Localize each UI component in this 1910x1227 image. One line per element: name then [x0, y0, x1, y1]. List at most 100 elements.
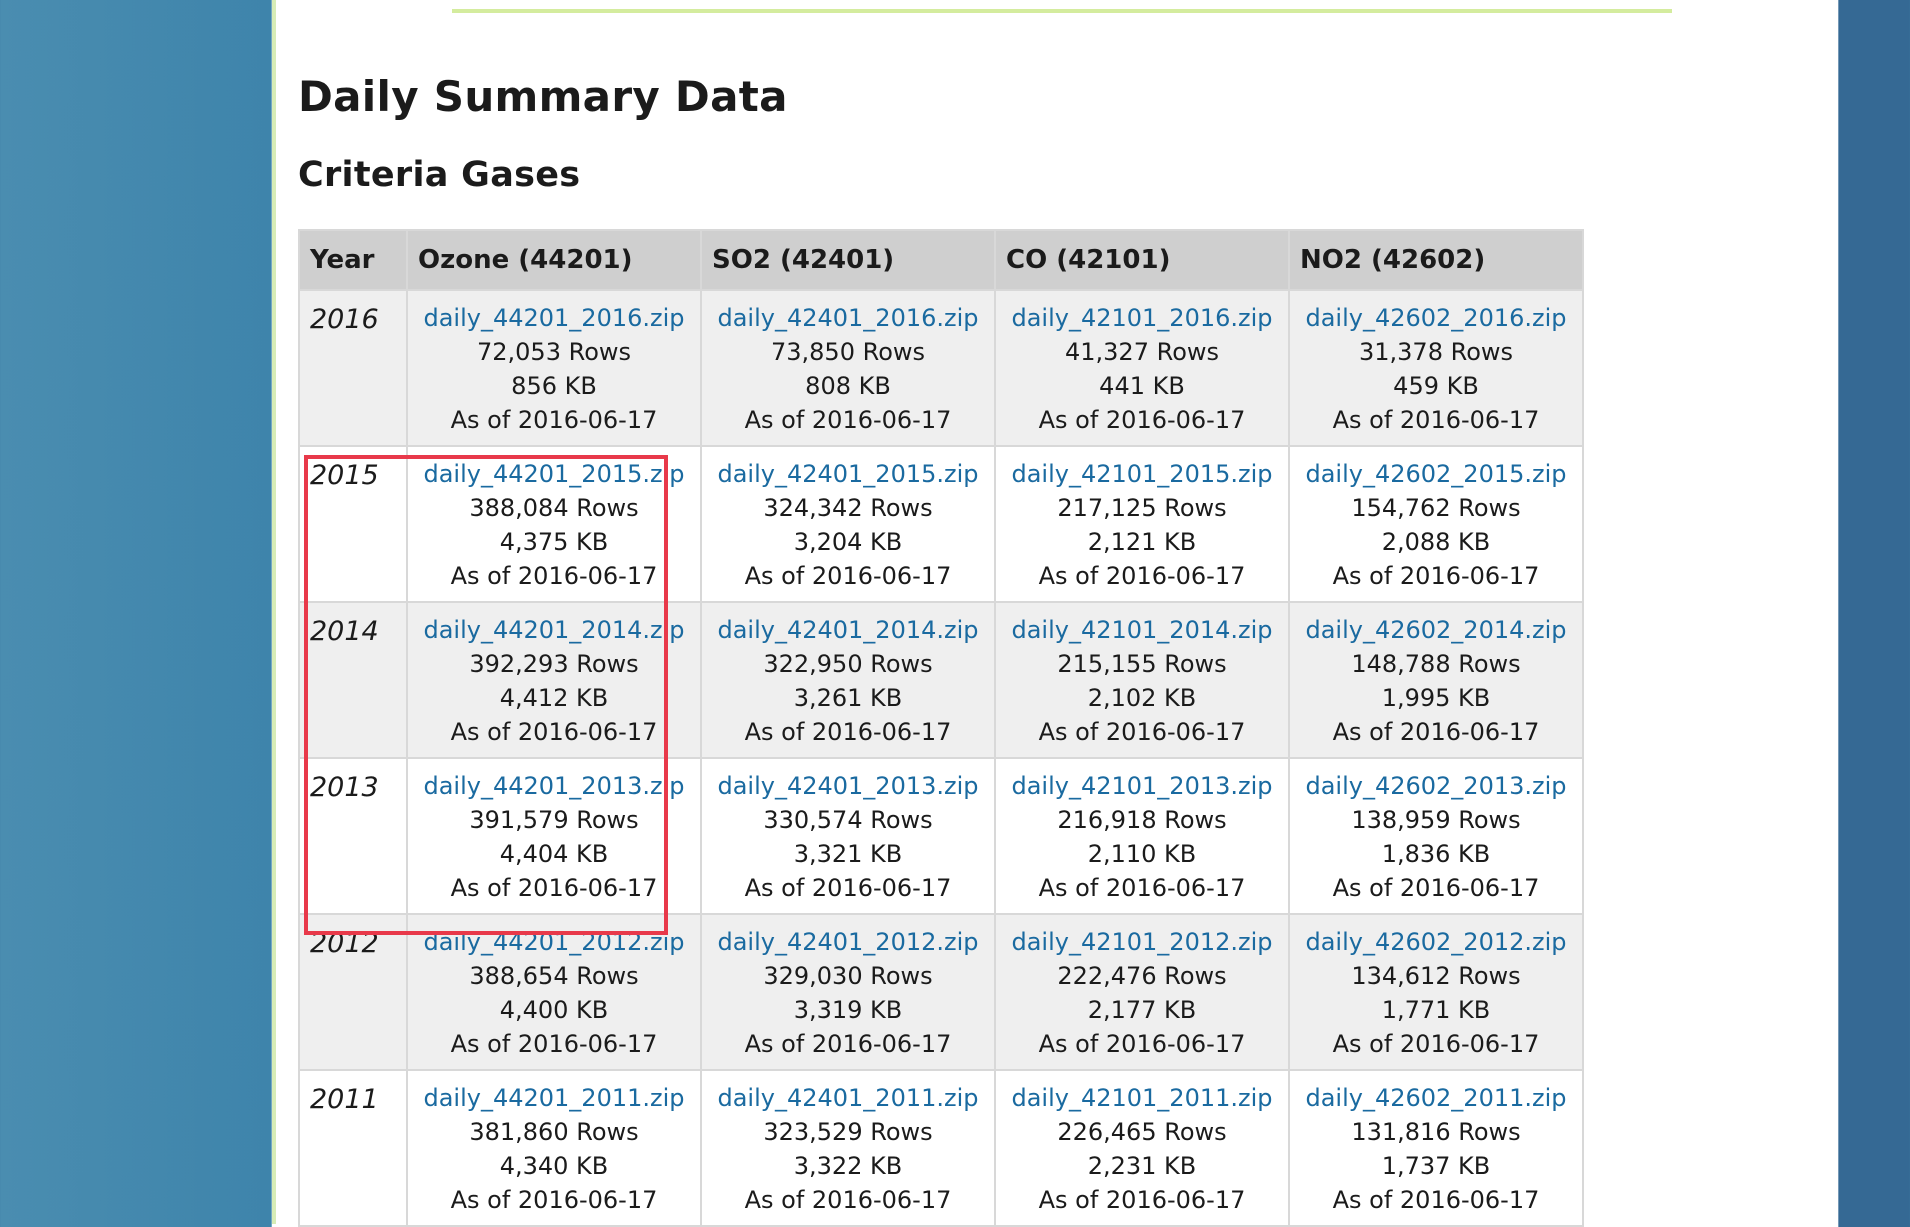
data-cell-no2: daily_42602_2011.zip 131,816 Rows 1,737 KB… [1288, 1069, 1584, 1227]
as-of-date: As of 2016-06-17 [1038, 562, 1246, 590]
data-cell-so2: daily_42401_2011.zip 323,529 Rows 3,322 KB… [700, 1069, 996, 1227]
data-cell-ozone: daily_44201_2016.zip 72,053 Rows 856 KB As … [406, 289, 702, 447]
row-count: 381,860 Rows [469, 1118, 639, 1146]
download-link[interactable]: daily_44201_2016.zip [408, 301, 700, 335]
page-title: Daily Summary Data [298, 72, 788, 121]
download-link[interactable]: daily_44201_2014.zip [408, 613, 700, 647]
download-link[interactable]: daily_42401_2012.zip [702, 925, 994, 959]
row-count: 72,053 Rows [476, 338, 632, 366]
data-cell-co: daily_42101_2015.zip 217,125 Rows 2,121 KB… [994, 445, 1290, 603]
file-size: 3,321 KB [793, 840, 903, 868]
row-count: 388,084 Rows [469, 494, 639, 522]
as-of-date: As of 2016-06-17 [744, 874, 952, 902]
as-of-date: As of 2016-06-17 [1038, 718, 1246, 746]
year-cell: 2012 [298, 913, 408, 1071]
as-of-date: As of 2016-06-17 [450, 874, 658, 902]
as-of-date: As of 2016-06-17 [1038, 874, 1246, 902]
file-size: 4,400 KB [499, 996, 609, 1024]
year-cell: 2014 [298, 601, 408, 759]
content-page: Daily Summary Data Criteria Gases Year O… [272, 0, 1838, 1227]
download-link[interactable]: daily_42101_2012.zip [996, 925, 1288, 959]
criteria-gases-table: Year Ozone (44201) SO2 (42401) CO (42101… [298, 229, 1584, 1227]
file-size: 808 KB [805, 372, 891, 400]
as-of-date: As of 2016-06-17 [1038, 1030, 1246, 1058]
file-size: 4,375 KB [499, 528, 609, 556]
row-count: 323,529 Rows [763, 1118, 933, 1146]
row-count: 148,788 Rows [1351, 650, 1521, 678]
table-row: 2014 daily_44201_2014.zip 392,293 Rows 4,41… [298, 601, 1584, 759]
data-cell-co: daily_42101_2012.zip 222,476 Rows 2,177 KB… [994, 913, 1290, 1071]
download-link[interactable]: daily_42602_2015.zip [1290, 457, 1582, 491]
download-link[interactable]: daily_42401_2016.zip [702, 301, 994, 335]
as-of-date: As of 2016-06-17 [1038, 406, 1246, 434]
data-cell-no2: daily_42602_2016.zip 31,378 Rows 459 KB As … [1288, 289, 1584, 447]
table-body: 2016 daily_44201_2016.zip 72,053 Rows 856 K… [298, 289, 1584, 1227]
download-link[interactable]: daily_44201_2013.zip [408, 769, 700, 803]
row-count: 388,654 Rows [469, 962, 639, 990]
row-count: 330,574 Rows [763, 806, 933, 834]
row-count: 31,378 Rows [1358, 338, 1514, 366]
data-cell-so2: daily_42401_2013.zip 330,574 Rows 3,321 KB… [700, 757, 996, 915]
download-link[interactable]: daily_42101_2013.zip [996, 769, 1288, 803]
download-link[interactable]: daily_44201_2015.zip [408, 457, 700, 491]
data-cell-so2: daily_42401_2016.zip 73,850 Rows 808 KB As … [700, 289, 996, 447]
download-link[interactable]: daily_42602_2013.zip [1290, 769, 1582, 803]
table-row: 2015 daily_44201_2015.zip 388,084 Rows 4,37… [298, 445, 1584, 603]
download-link[interactable]: daily_42401_2015.zip [702, 457, 994, 491]
as-of-date: As of 2016-06-17 [1332, 406, 1540, 434]
download-link[interactable]: daily_42602_2016.zip [1290, 301, 1582, 335]
file-size: 459 KB [1393, 372, 1479, 400]
row-count: 73,850 Rows [770, 338, 926, 366]
data-cell-ozone: daily_44201_2012.zip 388,654 Rows 4,400 KB… [406, 913, 702, 1071]
as-of-date: As of 2016-06-17 [450, 562, 658, 590]
data-cell-co: daily_42101_2013.zip 216,918 Rows 2,110 KB… [994, 757, 1290, 915]
file-size: 4,404 KB [499, 840, 609, 868]
data-cell-no2: daily_42602_2013.zip 138,959 Rows 1,836 KB… [1288, 757, 1584, 915]
as-of-date: As of 2016-06-17 [1332, 1186, 1540, 1214]
download-link[interactable]: daily_44201_2011.zip [408, 1081, 700, 1115]
row-count: 134,612 Rows [1351, 962, 1521, 990]
file-size: 3,319 KB [793, 996, 903, 1024]
download-link[interactable]: daily_44201_2012.zip [408, 925, 700, 959]
data-cell-ozone: daily_44201_2014.zip 392,293 Rows 4,412 KB… [406, 601, 702, 759]
year-cell: 2011 [298, 1069, 408, 1227]
row-count: 329,030 Rows [763, 962, 933, 990]
download-link[interactable]: daily_42101_2015.zip [996, 457, 1288, 491]
data-cell-ozone: daily_44201_2013.zip 391,579 Rows 4,404 KB… [406, 757, 702, 915]
row-count: 226,465 Rows [1057, 1118, 1227, 1146]
data-cell-so2: daily_42401_2014.zip 322,950 Rows 3,261 KB… [700, 601, 996, 759]
download-link[interactable]: daily_42401_2011.zip [702, 1081, 994, 1115]
download-link[interactable]: daily_42101_2011.zip [996, 1081, 1288, 1115]
table-row: 2012 daily_44201_2012.zip 388,654 Rows 4,40… [298, 913, 1584, 1071]
row-count: 138,959 Rows [1351, 806, 1521, 834]
download-link[interactable]: daily_42602_2012.zip [1290, 925, 1582, 959]
file-size: 2,088 KB [1381, 528, 1491, 556]
file-size: 3,204 KB [793, 528, 903, 556]
file-size: 2,177 KB [1087, 996, 1197, 1024]
file-size: 2,110 KB [1087, 840, 1197, 868]
download-link[interactable]: daily_42101_2014.zip [996, 613, 1288, 647]
row-count: 222,476 Rows [1057, 962, 1227, 990]
data-cell-so2: daily_42401_2012.zip 329,030 Rows 3,319 KB… [700, 913, 996, 1071]
file-size: 2,102 KB [1087, 684, 1197, 712]
file-size: 441 KB [1099, 372, 1185, 400]
row-count: 324,342 Rows [763, 494, 933, 522]
download-link[interactable]: daily_42602_2011.zip [1290, 1081, 1582, 1115]
file-size: 1,771 KB [1381, 996, 1491, 1024]
as-of-date: As of 2016-06-17 [450, 1186, 658, 1214]
file-size: 3,261 KB [793, 684, 903, 712]
download-link[interactable]: daily_42101_2016.zip [996, 301, 1288, 335]
as-of-date: As of 2016-06-17 [450, 406, 658, 434]
year-cell: 2015 [298, 445, 408, 603]
data-cell-so2: daily_42401_2015.zip 324,342 Rows 3,204 KB… [700, 445, 996, 603]
data-cell-ozone: daily_44201_2015.zip 388,084 Rows 4,375 KB… [406, 445, 702, 603]
row-count: 392,293 Rows [469, 650, 639, 678]
row-count: 322,950 Rows [763, 650, 933, 678]
download-link[interactable]: daily_42401_2014.zip [702, 613, 994, 647]
download-link[interactable]: daily_42602_2014.zip [1290, 613, 1582, 647]
row-count: 131,816 Rows [1351, 1118, 1521, 1146]
header-no2: NO2 (42602) [1288, 229, 1584, 291]
data-cell-no2: daily_42602_2014.zip 148,788 Rows 1,995 KB… [1288, 601, 1584, 759]
row-count: 215,155 Rows [1057, 650, 1227, 678]
download-link[interactable]: daily_42401_2013.zip [702, 769, 994, 803]
